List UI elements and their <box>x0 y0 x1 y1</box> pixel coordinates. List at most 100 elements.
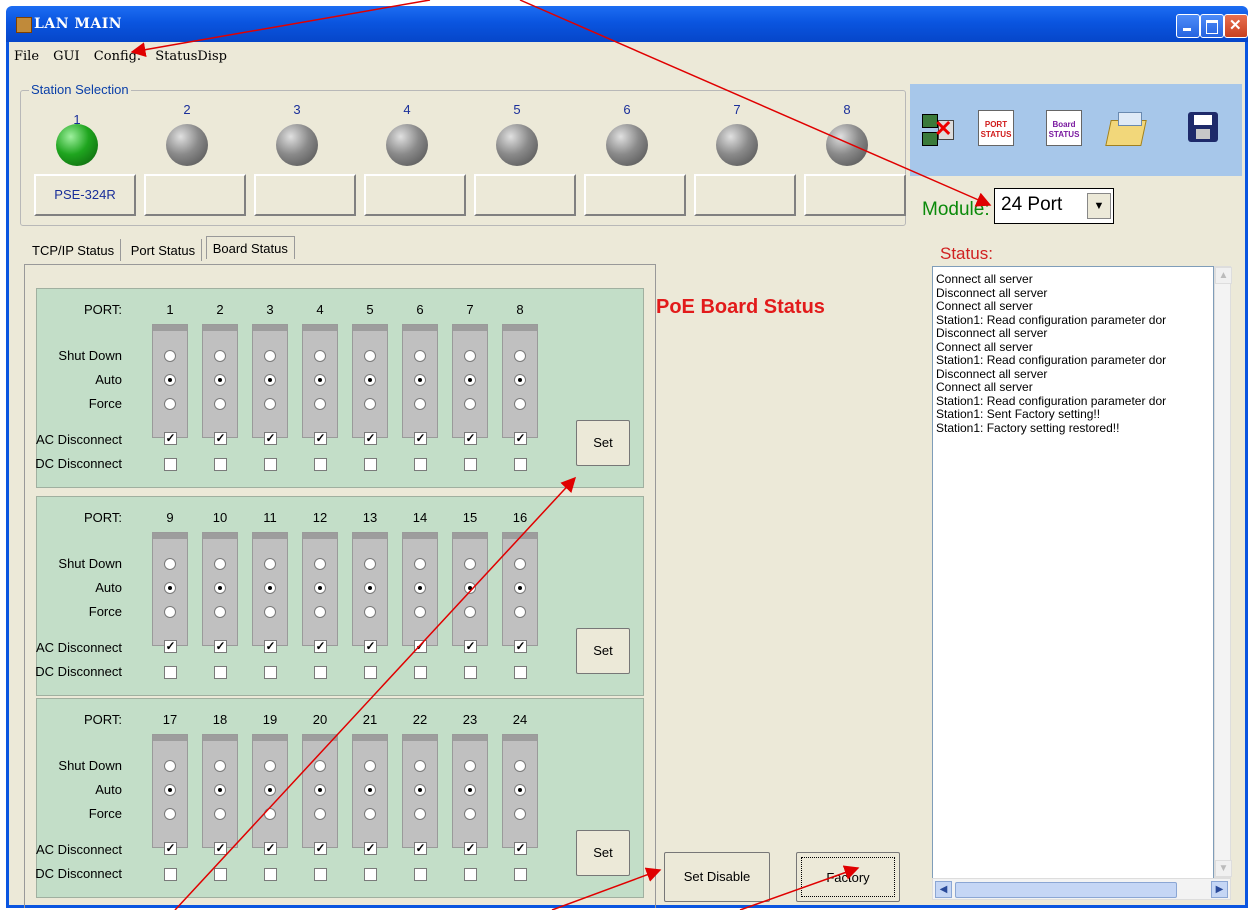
port-9-auto-radio[interactable] <box>164 582 176 594</box>
module-select[interactable]: 24 Port ▼ <box>994 188 1114 224</box>
port-14-auto-radio[interactable] <box>414 582 426 594</box>
station-8-button[interactable] <box>804 174 906 216</box>
port-4-force-radio[interactable] <box>314 398 326 410</box>
port-3-auto-radio[interactable] <box>264 374 276 386</box>
station-3-status-led[interactable] <box>276 124 318 166</box>
port-15-force-radio[interactable] <box>464 606 476 618</box>
port-3-dc-disconnect-checkbox[interactable] <box>264 458 277 471</box>
port-17-force-radio[interactable] <box>164 808 176 820</box>
station-2-status-led[interactable] <box>166 124 208 166</box>
station-6-status-led[interactable] <box>606 124 648 166</box>
port-24-auto-radio[interactable] <box>514 784 526 796</box>
port-22-ac-disconnect-checkbox[interactable]: ✓ <box>414 842 427 855</box>
port-20-auto-radio[interactable] <box>314 784 326 796</box>
port-24-force-radio[interactable] <box>514 808 526 820</box>
port-18-force-radio[interactable] <box>214 808 226 820</box>
station-6-button[interactable] <box>584 174 686 216</box>
port-3-force-radio[interactable] <box>264 398 276 410</box>
scroll-right-icon[interactable]: ▶ <box>1211 881 1228 898</box>
port-10-force-radio[interactable] <box>214 606 226 618</box>
save-icon[interactable] <box>1188 112 1218 142</box>
port-24-dc-disconnect-checkbox[interactable] <box>514 868 527 881</box>
port-7-auto-radio[interactable] <box>464 374 476 386</box>
chevron-down-icon[interactable]: ▼ <box>1087 193 1111 219</box>
port-11-ac-disconnect-checkbox[interactable]: ✓ <box>264 640 277 653</box>
port-16-force-radio[interactable] <box>514 606 526 618</box>
port-1-force-radio[interactable] <box>164 398 176 410</box>
port-13-force-radio[interactable] <box>364 606 376 618</box>
port-5-force-radio[interactable] <box>364 398 376 410</box>
port-8-dc-disconnect-checkbox[interactable] <box>514 458 527 471</box>
port-17-auto-radio[interactable] <box>164 784 176 796</box>
station-1-status-led[interactable] <box>56 124 98 166</box>
scroll-down-icon[interactable]: ▼ <box>1215 860 1232 877</box>
port-14-shutdown-radio[interactable] <box>414 558 426 570</box>
port-7-shutdown-radio[interactable] <box>464 350 476 362</box>
station-4-button[interactable] <box>364 174 466 216</box>
port-22-shutdown-radio[interactable] <box>414 760 426 772</box>
port-20-shutdown-radio[interactable] <box>314 760 326 772</box>
port-6-force-radio[interactable] <box>414 398 426 410</box>
station-7-button[interactable] <box>694 174 796 216</box>
port-20-ac-disconnect-checkbox[interactable]: ✓ <box>314 842 327 855</box>
port-13-ac-disconnect-checkbox[interactable]: ✓ <box>364 640 377 653</box>
port-4-ac-disconnect-checkbox[interactable]: ✓ <box>314 432 327 445</box>
tab-port-status[interactable]: Port Status <box>125 239 203 261</box>
port-status-button[interactable]: PORT STATUS <box>978 110 1014 146</box>
port-18-ac-disconnect-checkbox[interactable]: ✓ <box>214 842 227 855</box>
network-disconnect-icon[interactable]: ✕ <box>920 112 956 148</box>
port-4-dc-disconnect-checkbox[interactable] <box>314 458 327 471</box>
port-19-dc-disconnect-checkbox[interactable] <box>264 868 277 881</box>
port-9-dc-disconnect-checkbox[interactable] <box>164 666 177 679</box>
set-button-group-1[interactable]: Set <box>576 420 630 466</box>
port-10-auto-radio[interactable] <box>214 582 226 594</box>
port-6-auto-radio[interactable] <box>414 374 426 386</box>
port-13-shutdown-radio[interactable] <box>364 558 376 570</box>
port-4-auto-radio[interactable] <box>314 374 326 386</box>
port-15-auto-radio[interactable] <box>464 582 476 594</box>
port-12-dc-disconnect-checkbox[interactable] <box>314 666 327 679</box>
port-6-dc-disconnect-checkbox[interactable] <box>414 458 427 471</box>
set-disable-button[interactable]: Set Disable <box>664 852 770 902</box>
menu-config[interactable]: Config. <box>94 49 141 64</box>
station-1-button[interactable]: PSE-324R <box>34 174 136 216</box>
port-7-force-radio[interactable] <box>464 398 476 410</box>
port-18-auto-radio[interactable] <box>214 784 226 796</box>
port-16-auto-radio[interactable] <box>514 582 526 594</box>
port-16-shutdown-radio[interactable] <box>514 558 526 570</box>
port-5-auto-radio[interactable] <box>364 374 376 386</box>
port-1-dc-disconnect-checkbox[interactable] <box>164 458 177 471</box>
station-7-status-led[interactable] <box>716 124 758 166</box>
port-21-ac-disconnect-checkbox[interactable]: ✓ <box>364 842 377 855</box>
port-11-auto-radio[interactable] <box>264 582 276 594</box>
port-24-shutdown-radio[interactable] <box>514 760 526 772</box>
port-3-shutdown-radio[interactable] <box>264 350 276 362</box>
port-2-force-radio[interactable] <box>214 398 226 410</box>
port-2-auto-radio[interactable] <box>214 374 226 386</box>
port-14-ac-disconnect-checkbox[interactable]: ✓ <box>414 640 427 653</box>
port-7-ac-disconnect-checkbox[interactable]: ✓ <box>464 432 477 445</box>
port-20-force-radio[interactable] <box>314 808 326 820</box>
board-status-button[interactable]: Board STATUS <box>1046 110 1082 146</box>
port-9-shutdown-radio[interactable] <box>164 558 176 570</box>
port-5-shutdown-radio[interactable] <box>364 350 376 362</box>
minimize-button[interactable] <box>1176 14 1200 38</box>
port-3-ac-disconnect-checkbox[interactable]: ✓ <box>264 432 277 445</box>
menu-gui[interactable]: GUI <box>53 49 79 64</box>
port-17-shutdown-radio[interactable] <box>164 760 176 772</box>
port-9-force-radio[interactable] <box>164 606 176 618</box>
scroll-left-icon[interactable]: ◀ <box>935 881 952 898</box>
port-10-shutdown-radio[interactable] <box>214 558 226 570</box>
port-12-ac-disconnect-checkbox[interactable]: ✓ <box>314 640 327 653</box>
port-9-ac-disconnect-checkbox[interactable]: ✓ <box>164 640 177 653</box>
port-18-dc-disconnect-checkbox[interactable] <box>214 868 227 881</box>
port-15-shutdown-radio[interactable] <box>464 558 476 570</box>
port-1-ac-disconnect-checkbox[interactable]: ✓ <box>164 432 177 445</box>
port-2-shutdown-radio[interactable] <box>214 350 226 362</box>
port-18-shutdown-radio[interactable] <box>214 760 226 772</box>
port-16-dc-disconnect-checkbox[interactable] <box>514 666 527 679</box>
port-21-shutdown-radio[interactable] <box>364 760 376 772</box>
port-23-ac-disconnect-checkbox[interactable]: ✓ <box>464 842 477 855</box>
station-8-status-led[interactable] <box>826 124 868 166</box>
port-15-dc-disconnect-checkbox[interactable] <box>464 666 477 679</box>
